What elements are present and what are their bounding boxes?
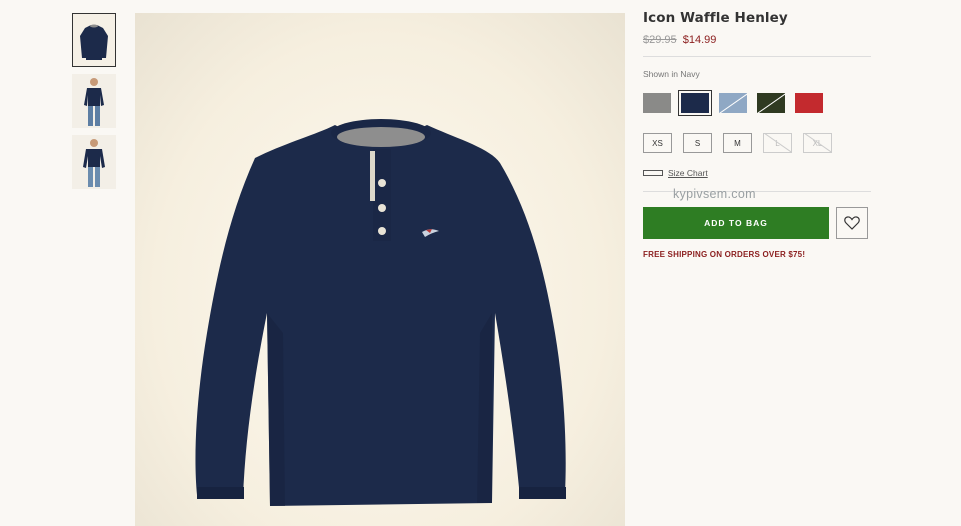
original-price: $29.95 xyxy=(643,34,677,46)
divider xyxy=(643,56,871,57)
shirt-thumbnail-image xyxy=(73,14,115,66)
size-option-xs[interactable]: XS xyxy=(643,133,672,153)
swatch-heather-grey[interactable] xyxy=(643,93,671,113)
size-option-s[interactable]: S xyxy=(683,133,712,153)
swatch-navy[interactable] xyxy=(678,90,712,116)
product-title: Icon Waffle Henley xyxy=(643,10,788,26)
size-option-m[interactable]: M xyxy=(723,133,752,153)
price-block: $29.95 $14.99 xyxy=(643,34,871,46)
swatch-red[interactable] xyxy=(795,93,823,113)
henley-shirt-illustration xyxy=(195,119,566,506)
unavailable-slash xyxy=(757,93,785,113)
model-thumbnail-image xyxy=(73,136,115,188)
size-option-xl[interactable]: XL xyxy=(803,133,832,153)
sale-price: $14.99 xyxy=(682,34,717,46)
thumbnail-front-flat[interactable] xyxy=(72,13,116,67)
product-main-image xyxy=(135,13,625,526)
unavailable-slash xyxy=(719,93,747,113)
size-chart-row: Size Chart xyxy=(643,168,871,178)
swatch-light-blue[interactable] xyxy=(719,93,747,113)
thumbnail-model-front[interactable] xyxy=(72,74,116,128)
swatch-olive[interactable] xyxy=(757,93,785,113)
size-selector: XS S M L XL xyxy=(643,133,871,153)
watermark-text: kypivsem.com xyxy=(673,187,756,201)
thumbnail-list xyxy=(72,13,118,196)
model-thumbnail-image xyxy=(73,75,115,127)
thumbnail-model-side[interactable] xyxy=(72,135,116,189)
size-option-l[interactable]: L xyxy=(763,133,792,153)
product-details-panel: Icon Waffle Henley $29.95 $14.99 Shown i… xyxy=(643,10,871,259)
add-to-bag-button[interactable]: ADD TO BAG xyxy=(643,207,829,239)
wishlist-button[interactable] xyxy=(836,207,868,239)
color-swatch-list xyxy=(643,90,871,116)
purchase-actions: ADD TO BAG xyxy=(643,207,871,239)
shown-in-color-label: Shown in Navy xyxy=(643,69,700,79)
size-chart-link[interactable]: Size Chart xyxy=(668,168,708,178)
ruler-icon xyxy=(643,170,663,176)
heart-icon xyxy=(844,216,860,230)
free-shipping-notice: FREE SHIPPING ON ORDERS OVER $75! xyxy=(643,250,806,259)
